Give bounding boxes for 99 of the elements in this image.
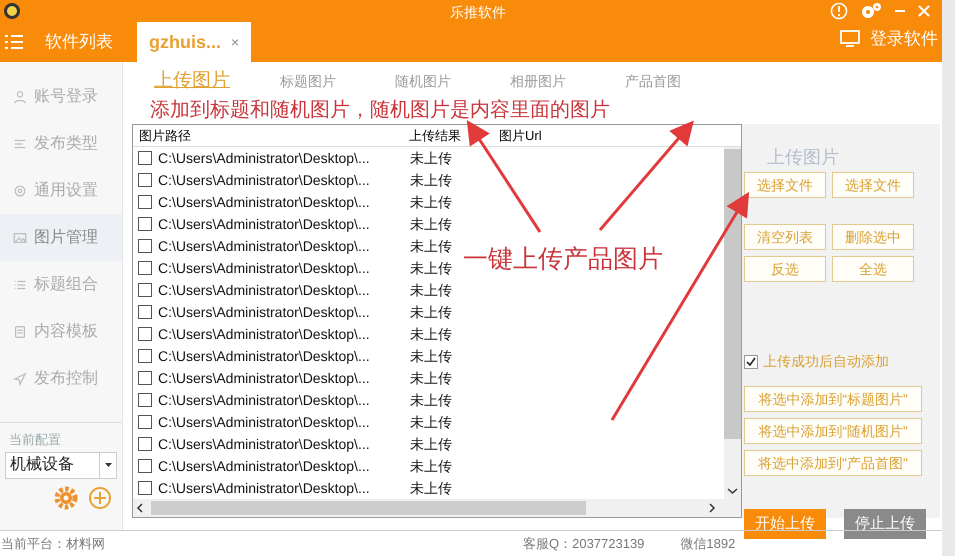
horizontal-scrollbar[interactable] <box>133 499 741 517</box>
sidebar-item[interactable]: 标题组合 <box>0 261 122 308</box>
platform-text: 当前平台：材料网 <box>1 534 105 553</box>
tab[interactable]: 上传图片 <box>132 66 255 96</box>
table-cell-text: 未上传 <box>410 258 452 278</box>
table-cell-text: 未上传 <box>410 280 452 300</box>
gear-icon <box>13 184 27 198</box>
sidebar-item[interactable]: 发布控制 <box>0 355 122 402</box>
table-cell-text: 未上传 <box>410 324 452 344</box>
table-cell-text: 未上传 <box>410 346 452 366</box>
table-cell-text: 未上传 <box>410 434 452 454</box>
sidebar-item[interactable]: 内容模板 <box>0 308 122 355</box>
row-checkbox[interactable] <box>138 481 152 495</box>
table-cell-text: C:\Users\Administrator\Desktop\... <box>158 412 371 432</box>
add-to-button[interactable]: 将选中添加到"产品首图" <box>744 450 922 476</box>
image-icon <box>13 230 27 244</box>
table-cell-text: C:\Users\Administrator\Desktop\... <box>158 192 371 212</box>
document-icon <box>13 324 27 338</box>
table-cell-text: 未上传 <box>410 192 452 212</box>
sidebar-item[interactable]: 图片管理 <box>0 214 122 261</box>
row-checkbox[interactable] <box>138 393 152 407</box>
annotation-text: 添加到标题和随机图片，随机图片是内容里面的图片 <box>150 98 610 120</box>
table-cell-text: C:\Users\Administrator\Desktop\... <box>158 280 371 300</box>
app-logo-icon <box>3 2 21 20</box>
table-cell-text: 未上传 <box>410 412 452 432</box>
wechat-text: 微信1892 <box>680 534 736 553</box>
tab[interactable]: 标题图片 <box>255 70 370 92</box>
service-text: 客服Q：2037723139 <box>523 534 644 553</box>
table-cell-text: 未上传 <box>410 148 452 168</box>
table-cell-text: C:\Users\Administrator\Desktop\... <box>158 456 371 476</box>
table-cell-text: C:\Users\Administrator\Desktop\... <box>158 368 371 388</box>
action-button[interactable]: 选择文件 <box>744 172 826 198</box>
tab[interactable]: 相册图片 <box>485 70 600 92</box>
table-cell-text: 未上传 <box>410 478 452 498</box>
table-cell-text: 未上传 <box>410 368 452 388</box>
table-cell-text: C:\Users\Administrator\Desktop\... <box>158 148 371 168</box>
sidebar-item[interactable]: 发布类型 <box>0 120 122 167</box>
action-button[interactable]: 清空列表 <box>744 224 826 250</box>
table-cell-text: C:\Users\Administrator\Desktop\... <box>158 258 371 278</box>
row-checkbox[interactable] <box>138 327 152 341</box>
table-cell-text: C:\Users\Administrator\Desktop\... <box>158 302 371 322</box>
row-checkbox[interactable] <box>138 173 152 187</box>
add-to-button[interactable]: 将选中添加到“标题图片” <box>744 386 922 412</box>
row-checkbox[interactable] <box>138 239 152 253</box>
send-icon <box>13 372 27 386</box>
row-checkbox[interactable] <box>138 305 152 319</box>
checkbox-label: 上传成功后自动添加 <box>763 352 889 371</box>
table-cell-text: 未上传 <box>410 170 452 190</box>
table-cell-text: C:\Users\Administrator\Desktop\... <box>158 478 371 498</box>
sidebar-item[interactable]: 账号登录 <box>0 73 122 120</box>
user-icon <box>13 90 27 104</box>
row-checkbox[interactable] <box>138 283 152 297</box>
row-checkbox[interactable] <box>138 371 152 385</box>
stop-upload-button[interactable]: 停止上传 <box>844 509 926 539</box>
table-cell-text: 未上传 <box>410 456 452 476</box>
column-header[interactable]: 图片路径 <box>133 126 403 146</box>
table-cell-text: C:\Users\Administrator\Desktop\... <box>158 346 371 366</box>
action-button[interactable]: 全选 <box>832 256 914 282</box>
table-cell-text: 未上传 <box>410 390 452 410</box>
table-cell-text: C:\Users\Administrator\Desktop\... <box>158 214 371 234</box>
table-cell-text: 未上传 <box>410 214 452 234</box>
row-checkbox[interactable] <box>138 195 152 209</box>
column-header[interactable]: 图片Url <box>495 126 542 146</box>
add-to-button[interactable]: 将选中添加到“随机图片” <box>744 418 922 444</box>
close-tab-button[interactable]: × <box>231 32 240 52</box>
tab[interactable]: 随机图片 <box>370 70 485 92</box>
table-cell-text: 未上传 <box>410 236 452 256</box>
row-checkbox[interactable] <box>138 437 152 451</box>
action-button[interactable]: 删除选中 <box>832 224 914 250</box>
column-header[interactable]: 上传结果 <box>403 126 495 146</box>
table-cell-text: 未上传 <box>410 302 452 322</box>
sidebar-item[interactable]: 通用设置 <box>0 167 122 214</box>
row-checkbox[interactable] <box>138 459 152 473</box>
monitor-icon <box>840 30 860 48</box>
tab[interactable]: 产品首图 <box>600 70 715 92</box>
row-checkbox[interactable] <box>138 151 152 165</box>
window-title: 乐推软件 <box>450 3 506 22</box>
table-cell-text: C:\Users\Administrator\Desktop\... <box>158 236 371 256</box>
vertical-scrollbar[interactable] <box>724 147 741 499</box>
login-link[interactable]: 登录软件 <box>870 26 938 52</box>
nav-tab[interactable]: gzhuis... × <box>137 22 252 62</box>
nav-tab[interactable]: 软件列表 <box>35 22 123 62</box>
row-checkbox[interactable] <box>138 349 152 363</box>
table-cell-text: C:\Users\Administrator\Desktop\... <box>158 434 371 454</box>
annotation-text: 一键上传产品图片 <box>463 243 663 275</box>
config-dropdown[interactable]: 机械设备 <box>5 452 117 478</box>
panel-title: 上传图片 <box>767 146 840 169</box>
start-upload-button[interactable]: 开始上传 <box>744 509 826 539</box>
action-button[interactable]: 选择文件 <box>832 172 914 198</box>
auto-add-checkbox[interactable] <box>744 354 758 368</box>
row-checkbox[interactable] <box>138 217 152 231</box>
row-checkbox[interactable] <box>138 261 152 275</box>
caret-icon <box>104 463 112 467</box>
table-cell-text: C:\Users\Administrator\Desktop\... <box>158 324 371 344</box>
config-label: 当前配置 <box>9 431 62 449</box>
table-cell-text: C:\Users\Administrator\Desktop\... <box>158 170 371 190</box>
table-cell-text: C:\Users\Administrator\Desktop\... <box>158 390 371 410</box>
action-button[interactable]: 反选 <box>744 256 826 282</box>
row-checkbox[interactable] <box>138 415 152 429</box>
